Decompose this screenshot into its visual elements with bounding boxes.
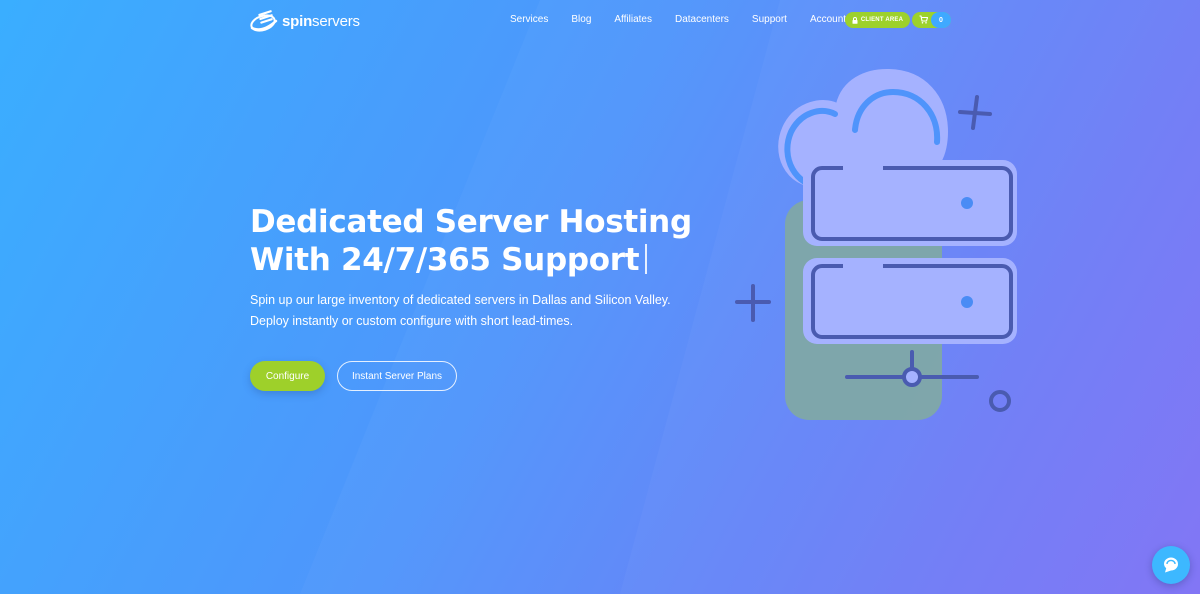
hero-title: Dedicated Server Hosting With 24/7/365 S… — [250, 203, 710, 279]
plus-icon — [958, 95, 992, 130]
hero-desc-line1: Spin up our large inventory of dedicated… — [250, 293, 671, 307]
brand-name-rest: servers — [312, 12, 360, 30]
server-cloud-illustration — [735, 68, 1017, 420]
plus-icon-left — [735, 284, 771, 322]
spin-logo-icon — [250, 10, 278, 32]
cart-count-badge: 0 — [931, 12, 951, 28]
cart-button[interactable]: 0 — [912, 12, 951, 28]
ring-decoration — [989, 390, 1011, 412]
nav-account[interactable]: Account — [810, 13, 846, 27]
configure-button[interactable]: Configure — [250, 361, 325, 391]
nav-services[interactable]: Services — [510, 13, 548, 27]
client-area-button[interactable]: CLIENT AREA — [845, 12, 910, 28]
hero-title-line1: Dedicated Server Hosting — [250, 204, 692, 240]
hero-description: Spin up our large inventory of dedicated… — [250, 290, 690, 332]
brand-name: spinservers — [282, 13, 360, 30]
typing-caret — [645, 244, 648, 274]
hero-desc-line2: Deploy instantly or custom configure wit… — [250, 314, 574, 328]
client-area-label: CLIENT AREA — [860, 17, 904, 23]
nav-blog[interactable]: Blog — [571, 13, 591, 27]
instant-server-plans-button[interactable]: Instant Server Plans — [337, 361, 457, 391]
hero-title-line2: With 24/7/365 Support — [250, 242, 640, 278]
live-chat-button[interactable] — [1152, 546, 1190, 584]
nav-datacenters[interactable]: Datacenters — [675, 13, 729, 27]
cart-icon — [919, 15, 928, 24]
lock-icon — [852, 16, 858, 24]
main-nav: Services Blog Affiliates Datacenters Sup… — [510, 13, 869, 27]
chat-icon — [1164, 557, 1178, 573]
nav-affiliates[interactable]: Affiliates — [614, 13, 652, 27]
nav-support[interactable]: Support — [752, 13, 787, 27]
brand-logo[interactable]: spinservers — [250, 9, 360, 33]
brand-name-bold: spin — [282, 12, 313, 30]
